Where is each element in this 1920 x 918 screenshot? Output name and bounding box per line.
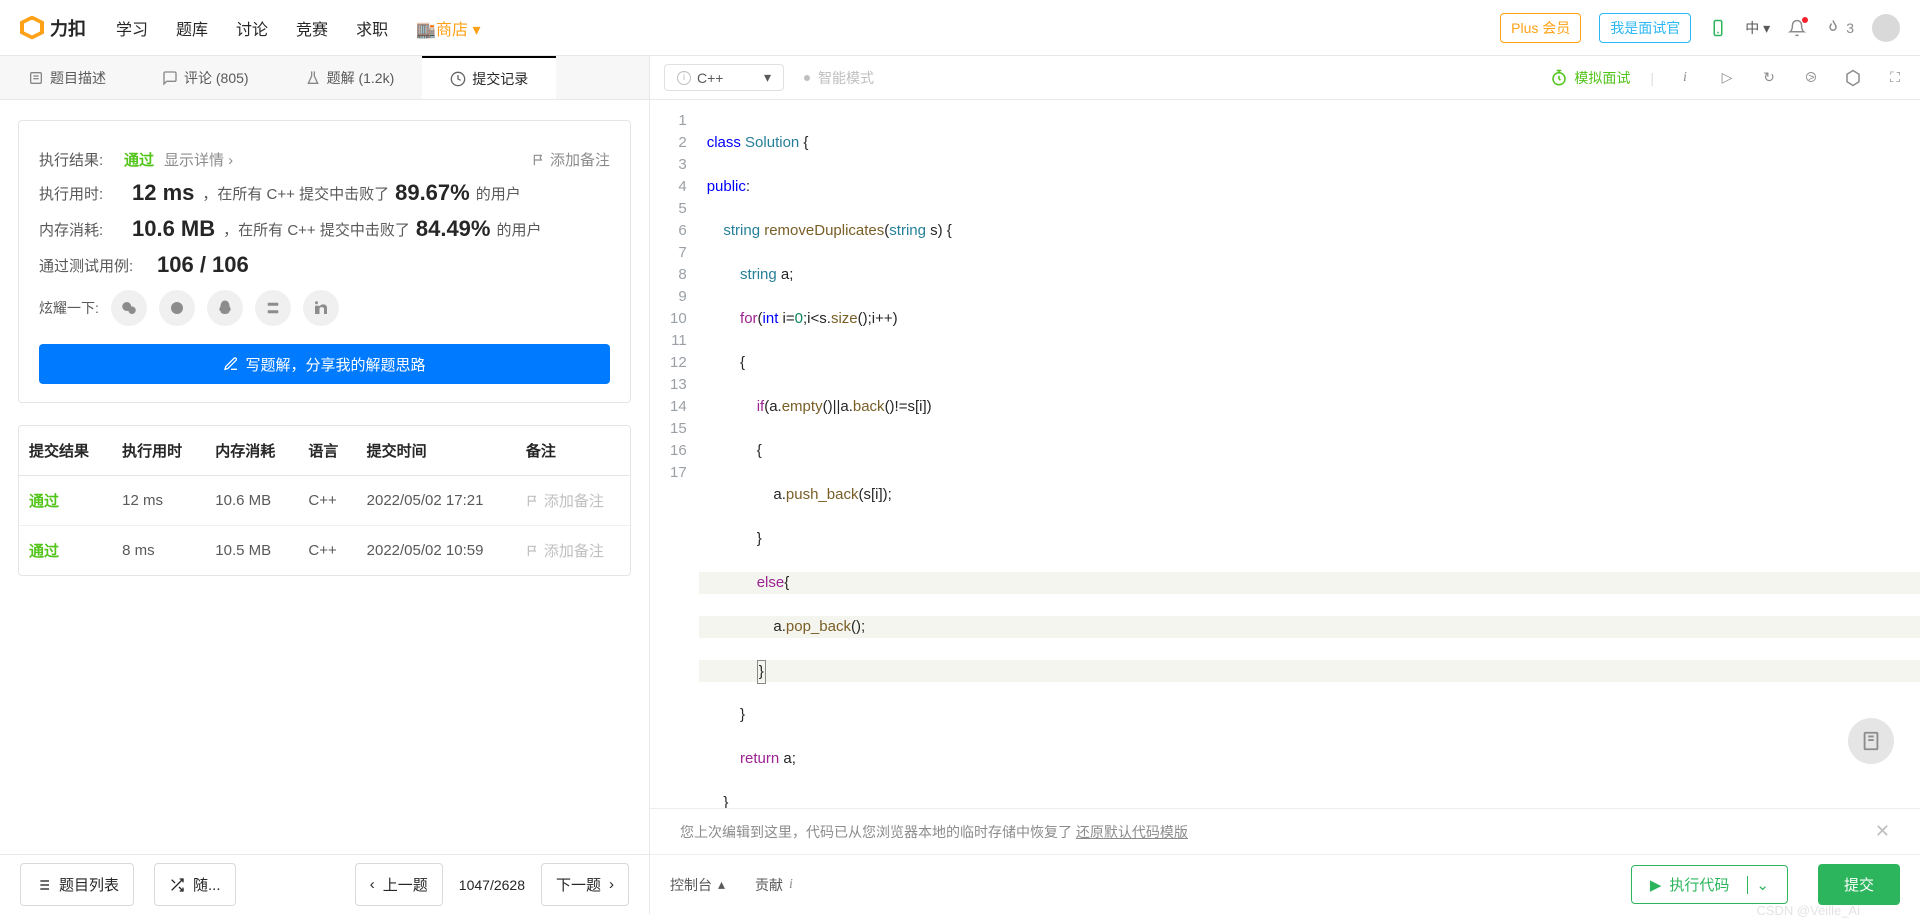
notifications-icon[interactable] bbox=[1788, 19, 1806, 37]
submit-button[interactable]: 提交 bbox=[1818, 864, 1900, 905]
mem-label: 内存消耗: bbox=[39, 219, 124, 240]
avatar[interactable] bbox=[1872, 14, 1900, 42]
table-row[interactable]: 通过 12 ms 10.6 MB C++ 2022/05/02 17:21 添加… bbox=[19, 476, 630, 526]
right-footer: 控制台 ▴ 贡献 i ▶ 执行代码⌄ 提交 bbox=[650, 854, 1920, 914]
share-linkedin-icon[interactable] bbox=[303, 290, 339, 326]
submissions-table: 提交结果 执行用时 内存消耗 语言 提交时间 备注 通过 12 ms 10.6 … bbox=[18, 425, 631, 576]
restore-notice: 您上次编辑到这里，代码已从您浏览器本地的临时存储中恢复了 还原默认代码模版 ✕ bbox=[650, 808, 1920, 854]
exec-status: 通过 bbox=[124, 149, 154, 170]
tab-comments[interactable]: 评论 (805) bbox=[134, 56, 277, 99]
restore-default-link[interactable]: 还原默认代码模版 bbox=[1076, 824, 1188, 840]
result-card: 执行结果: 通过 显示详情 › 添加备注 执行用时: 12 ms ，在所有 C+… bbox=[18, 120, 631, 403]
tab-solutions[interactable]: 题解 (1.2k) bbox=[277, 56, 423, 99]
nav-problems[interactable]: 题库 bbox=[176, 16, 208, 40]
add-note-link[interactable]: 添加备注 bbox=[532, 149, 610, 170]
share-douban-icon[interactable] bbox=[255, 290, 291, 326]
mock-interview-button[interactable]: 模拟面试 bbox=[1550, 68, 1630, 88]
nav-learn[interactable]: 学习 bbox=[116, 16, 148, 40]
tab-submissions[interactable]: 提交记录 bbox=[422, 56, 556, 99]
time-label: 执行用时: bbox=[39, 183, 124, 204]
logo[interactable]: 力扣 bbox=[20, 15, 86, 41]
interviewer-button[interactable]: 我是面试官 bbox=[1599, 13, 1691, 43]
problem-list-button[interactable]: 题目列表 bbox=[20, 863, 134, 906]
fullscreen-tool-icon[interactable]: ⛶ bbox=[1884, 67, 1906, 89]
exec-result-label: 执行结果: bbox=[39, 149, 124, 170]
smart-mode-toggle[interactable]: 智能模式 bbox=[804, 68, 874, 88]
run-code-button[interactable]: ▶ 执行代码⌄ bbox=[1631, 865, 1788, 904]
console-toggle[interactable]: 控制台 ▴ bbox=[670, 875, 725, 895]
chevron-down-icon: ▾ bbox=[764, 69, 771, 86]
add-note-link[interactable]: 添加备注 bbox=[526, 490, 620, 511]
brand-text: 力扣 bbox=[50, 15, 86, 41]
language-switch[interactable]: 中 ▾ bbox=[1745, 18, 1770, 38]
language-select[interactable]: iC++ ▾ bbox=[664, 64, 784, 91]
nav-contest[interactable]: 竞赛 bbox=[296, 16, 328, 40]
write-solution-button[interactable]: 写题解，分享我的解题思路 bbox=[39, 344, 610, 384]
mem-percentile: 84.49% bbox=[416, 216, 491, 242]
reset-tool-icon[interactable]: ↻ bbox=[1758, 67, 1780, 89]
share-qq-icon[interactable] bbox=[207, 290, 243, 326]
store-icon: 🏬 bbox=[416, 22, 436, 39]
info-tool-icon[interactable]: i bbox=[1674, 67, 1696, 89]
header-controls: Plus 会员 我是面试官 中 ▾ 3 bbox=[1500, 13, 1900, 43]
chevron-down-icon: ⌄ bbox=[1747, 876, 1769, 894]
left-footer: 题目列表 随... ‹ 上一题 1047/2628 下一题 › bbox=[0, 854, 649, 914]
share-wechat-icon[interactable] bbox=[111, 290, 147, 326]
watermark: CSDN @Veille_Ai bbox=[1756, 903, 1860, 918]
left-panel: 题目描述 评论 (805) 题解 (1.2k) 提交记录 执行结果: 通过 显示… bbox=[0, 56, 650, 914]
next-button[interactable]: 下一题 › bbox=[541, 863, 629, 906]
share-label: 炫耀一下: bbox=[39, 298, 99, 318]
info-icon: i bbox=[677, 71, 691, 85]
main-nav: 学习 题库 讨论 竞赛 求职 🏬商店 ▾ bbox=[116, 16, 481, 40]
nav-jobs[interactable]: 求职 bbox=[356, 16, 388, 40]
show-detail-link[interactable]: 显示详情 › bbox=[164, 149, 233, 170]
cases-label: 通过测试用例: bbox=[39, 255, 149, 276]
terminal-tool-icon[interactable]: ⧁ bbox=[1800, 67, 1822, 89]
code-editor[interactable]: 1234567891011121314151617 class Solution… bbox=[650, 100, 1920, 808]
table-row[interactable]: 通过 8 ms 10.5 MB C++ 2022/05/02 10:59 添加备… bbox=[19, 526, 630, 576]
cases-value: 106 / 106 bbox=[157, 252, 249, 278]
editor-toolbar: iC++ ▾ 智能模式 模拟面试 | i ▷ ↻ ⧁ ⛶ bbox=[650, 56, 1920, 100]
run-tool-icon[interactable]: ▷ bbox=[1716, 67, 1738, 89]
close-icon[interactable]: ✕ bbox=[1875, 821, 1890, 842]
nav-store[interactable]: 🏬商店 ▾ bbox=[416, 16, 480, 40]
mem-value: 10.6 MB bbox=[132, 216, 215, 242]
progress-text: 1047/2628 bbox=[459, 877, 525, 893]
right-panel: iC++ ▾ 智能模式 模拟面试 | i ▷ ↻ ⧁ ⛶ 12345678910… bbox=[650, 56, 1920, 914]
add-note-link[interactable]: 添加备注 bbox=[526, 540, 620, 561]
share-weibo-icon[interactable] bbox=[159, 290, 195, 326]
tab-description[interactable]: 题目描述 bbox=[0, 56, 134, 99]
time-value: 12 ms bbox=[132, 180, 194, 206]
prev-button[interactable]: ‹ 上一题 bbox=[355, 863, 443, 906]
notes-fab[interactable] bbox=[1848, 718, 1894, 764]
streak-counter[interactable]: 3 bbox=[1824, 19, 1854, 37]
top-navbar: 力扣 学习 题库 讨论 竞赛 求职 🏬商店 ▾ Plus 会员 我是面试官 中 … bbox=[0, 0, 1920, 56]
time-percentile: 89.67% bbox=[395, 180, 470, 206]
left-tabs: 题目描述 评论 (805) 题解 (1.2k) 提交记录 bbox=[0, 56, 649, 100]
mobile-icon[interactable] bbox=[1709, 19, 1727, 37]
logo-icon bbox=[20, 16, 44, 40]
random-button[interactable]: 随... bbox=[154, 863, 236, 906]
line-gutter: 1234567891011121314151617 bbox=[650, 100, 699, 808]
settings-tool-icon[interactable] bbox=[1842, 67, 1864, 89]
nav-discuss[interactable]: 讨论 bbox=[236, 16, 268, 40]
plus-member-button[interactable]: Plus 会员 bbox=[1500, 13, 1581, 43]
contribute-link[interactable]: 贡献 i bbox=[755, 875, 793, 895]
